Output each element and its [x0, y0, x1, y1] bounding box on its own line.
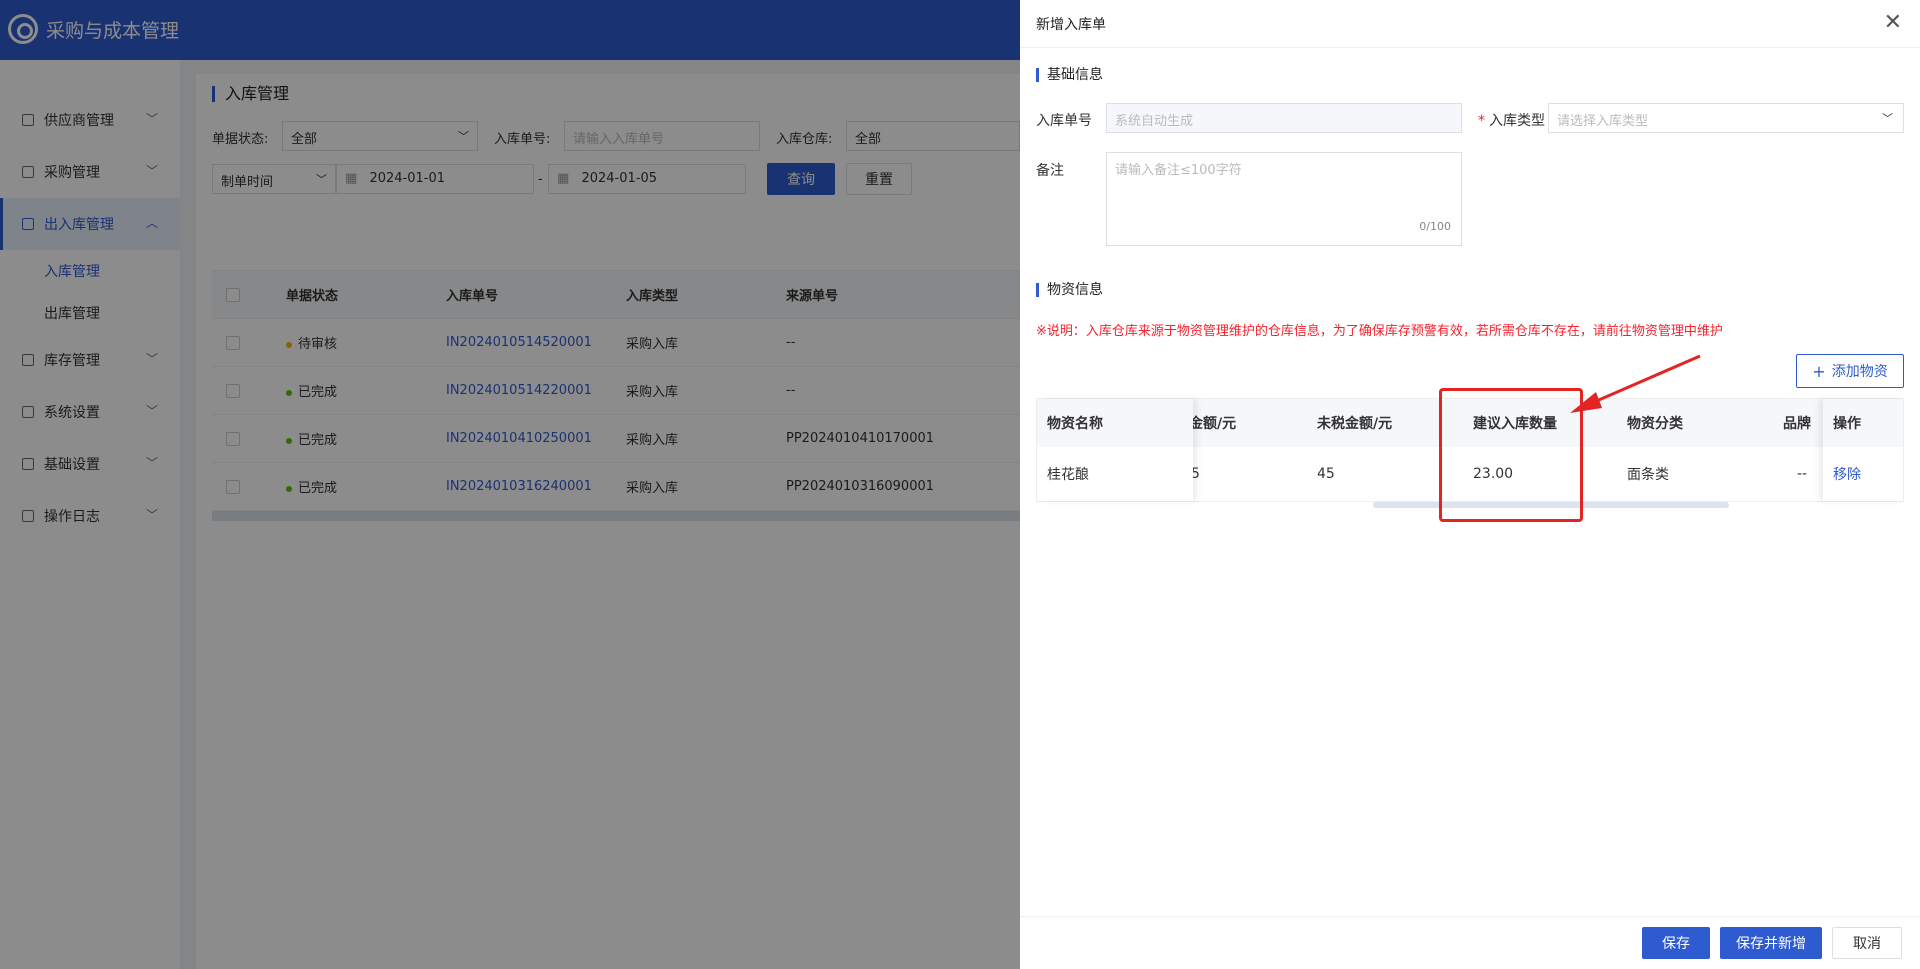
number-field-placeholder: 系统自动生成 [1115, 114, 1194, 129]
column-header-category: 物资分类 [1627, 416, 1683, 432]
cancel-button[interactable]: 取消 [1832, 927, 1902, 959]
drawer-header: 新增入库单 ✕ [1020, 0, 1920, 48]
close-icon[interactable]: ✕ [1884, 10, 1902, 35]
column-header-amount: 金额/元 [1189, 416, 1237, 432]
remark-label: 备注 [1036, 163, 1064, 179]
drawer-title: 新增入库单 [1036, 16, 1106, 33]
drawer-footer: 保存 保存并新增 取消 [1020, 916, 1920, 969]
save-button[interactable]: 保存 [1642, 927, 1710, 959]
column-header-brand: 品牌 [1783, 416, 1811, 432]
material-info-section-title: 物资信息 [1036, 283, 1103, 297]
number-label: 入库单号 [1036, 113, 1092, 129]
column-header-untaxed: 未税金额/元 [1317, 416, 1393, 432]
plus-icon: + [1812, 361, 1826, 381]
name-cell: 桂花酿 [1047, 467, 1089, 483]
column-header-name: 物资名称 [1037, 399, 1193, 447]
remove-link[interactable]: 移除 [1823, 447, 1903, 501]
remark-textarea[interactable]: 请输入备注≤100字符 0/100 [1106, 152, 1462, 246]
fixed-action-column: 操作 移除 [1823, 399, 1903, 501]
type-select-placeholder: 请选择入库类型 [1557, 114, 1649, 129]
annotation-highlight-box [1439, 388, 1583, 522]
remark-placeholder: 请输入备注≤100字符 [1115, 163, 1242, 178]
category-cell: 面条类 [1627, 467, 1669, 483]
type-label: * 入库类型 [1478, 110, 1545, 130]
column-header-action: 操作 [1823, 399, 1903, 447]
add-material-button[interactable]: + 添加物资 [1796, 354, 1904, 388]
required-mark: * [1478, 113, 1485, 129]
type-label-text: 入库类型 [1489, 113, 1545, 129]
remark-char-count: 0/100 [1419, 220, 1451, 233]
add-material-label: 添加物资 [1831, 364, 1888, 380]
untaxed-cell: 45 [1317, 466, 1335, 482]
brand-cell: -- [1797, 466, 1808, 482]
fixed-name-column: 物资名称 桂花酿 [1037, 399, 1193, 501]
type-select[interactable]: 请选择入库类型 ﹀ [1548, 103, 1904, 133]
number-field: 系统自动生成 [1106, 103, 1462, 133]
warehouse-notice: ※说明：入库仓库来源于物资管理维护的仓库信息，为了确保库存预警有效，若所需仓库不… [1036, 324, 1723, 339]
save-and-new-button[interactable]: 保存并新增 [1720, 927, 1822, 959]
basic-info-section-title: 基础信息 [1036, 68, 1103, 82]
chevron-down-icon: ﹀ [1882, 112, 1893, 125]
